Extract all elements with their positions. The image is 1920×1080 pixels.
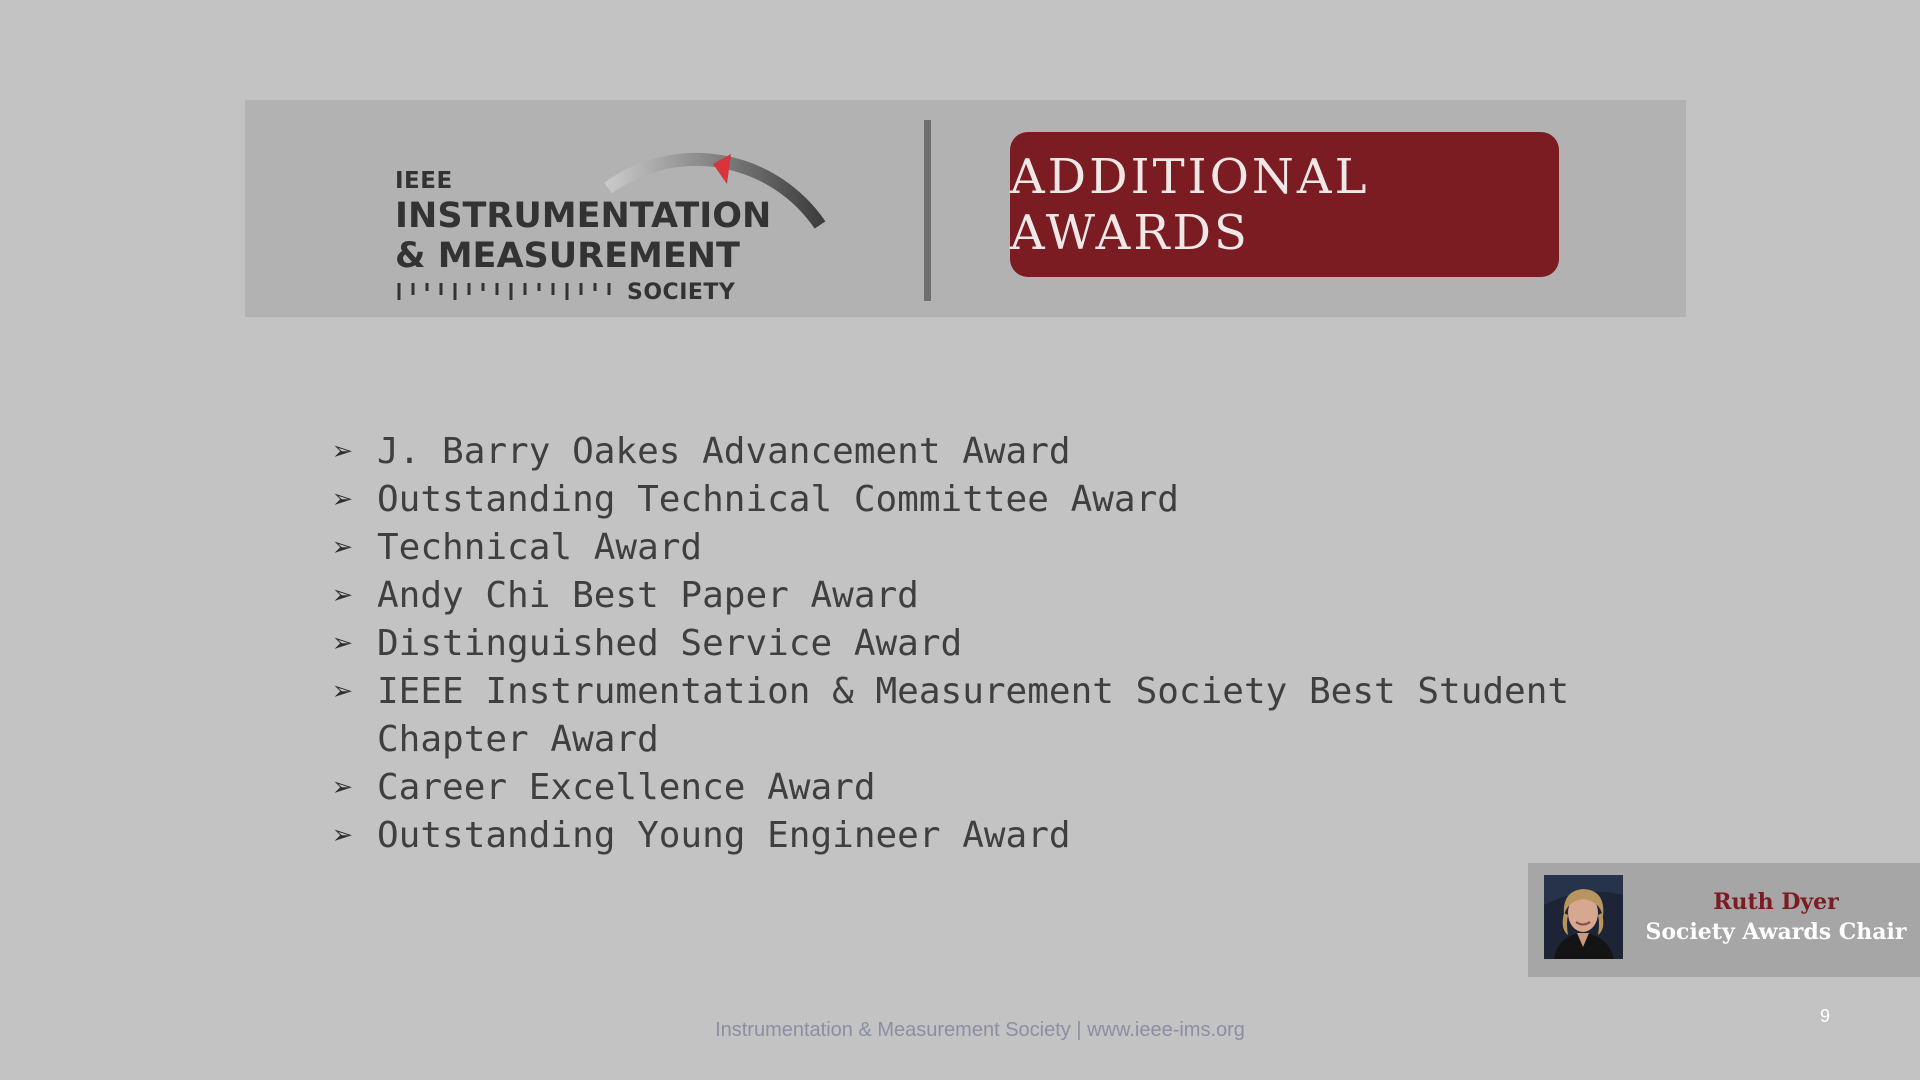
award-name: J. Barry Oakes Advancement Award bbox=[377, 431, 1071, 472]
logo-instrumentation-text: INSTRUMENTATION bbox=[395, 196, 772, 236]
arrowhead-bullet-icon: ➢ bbox=[333, 624, 354, 664]
arrowhead-bullet-icon: ➢ bbox=[333, 576, 354, 616]
header-divider bbox=[924, 120, 931, 301]
awards-list: ➢ J. Barry Oakes Advancement Award ➢ Outst… bbox=[333, 428, 1663, 860]
arrowhead-bullet-icon: ➢ bbox=[333, 432, 354, 472]
arrowhead-bullet-icon: ➢ bbox=[333, 768, 354, 808]
arrowhead-bullet-icon: ➢ bbox=[333, 816, 354, 856]
ims-logo: IEEE INSTRUMENTATION & MEASUREMENT SOCIE… bbox=[395, 120, 865, 305]
logo-society-text: SOCIETY bbox=[627, 280, 736, 305]
award-name: Career Excellence Award bbox=[377, 767, 876, 808]
arrowhead-bullet-icon: ➢ bbox=[333, 672, 354, 712]
awards-chair-text: Ruth Dyer Society Awards Chair bbox=[1640, 887, 1912, 947]
logo-measurement-text: & MEASUREMENT bbox=[395, 236, 740, 276]
page-title: ADDITIONAL AWARDS bbox=[1010, 148, 1370, 261]
list-item: ➢ IEEE Instrumentation & Measurement Soci… bbox=[333, 668, 1663, 764]
list-item: ➢ Andy Chi Best Paper Award bbox=[333, 572, 1663, 620]
arrowhead-bullet-icon: ➢ bbox=[333, 528, 354, 568]
page-number: 9 bbox=[1820, 1006, 1831, 1026]
award-name: Distinguished Service Award bbox=[377, 623, 963, 664]
header-banner: IEEE INSTRUMENTATION & MEASUREMENT SOCIE… bbox=[245, 100, 1686, 317]
list-item: ➢ Outstanding Technical Committee Award bbox=[333, 476, 1663, 524]
list-item: ➢ Distinguished Service Award bbox=[333, 620, 1663, 668]
list-item: ➢ J. Barry Oakes Advancement Award bbox=[333, 428, 1663, 476]
award-name: Technical Award bbox=[377, 527, 703, 568]
list-item: ➢ Outstanding Young Engineer Award bbox=[333, 812, 1663, 860]
award-name: IEEE Instrumentation & Measurement Socie… bbox=[377, 671, 1570, 760]
arrowhead-bullet-icon: ➢ bbox=[333, 480, 354, 520]
list-item: ➢ Career Excellence Award bbox=[333, 764, 1663, 812]
logo-ieee-text: IEEE bbox=[395, 168, 453, 194]
awards-chair-card: Ruth Dyer Society Awards Chair bbox=[1528, 863, 1920, 977]
person-role: Society Awards Chair bbox=[1645, 919, 1907, 945]
person-name: Ruth Dyer bbox=[1713, 889, 1839, 915]
award-name: Andy Chi Best Paper Award bbox=[377, 575, 919, 616]
award-name: Outstanding Young Engineer Award bbox=[377, 815, 1071, 856]
award-name: Outstanding Technical Committee Award bbox=[377, 479, 1179, 520]
avatar bbox=[1544, 875, 1623, 959]
title-box: ADDITIONAL AWARDS bbox=[1010, 132, 1559, 277]
footer-text: Instrumentation & Measurement Society | … bbox=[715, 1019, 1245, 1041]
list-item: ➢ Technical Award bbox=[333, 524, 1663, 572]
